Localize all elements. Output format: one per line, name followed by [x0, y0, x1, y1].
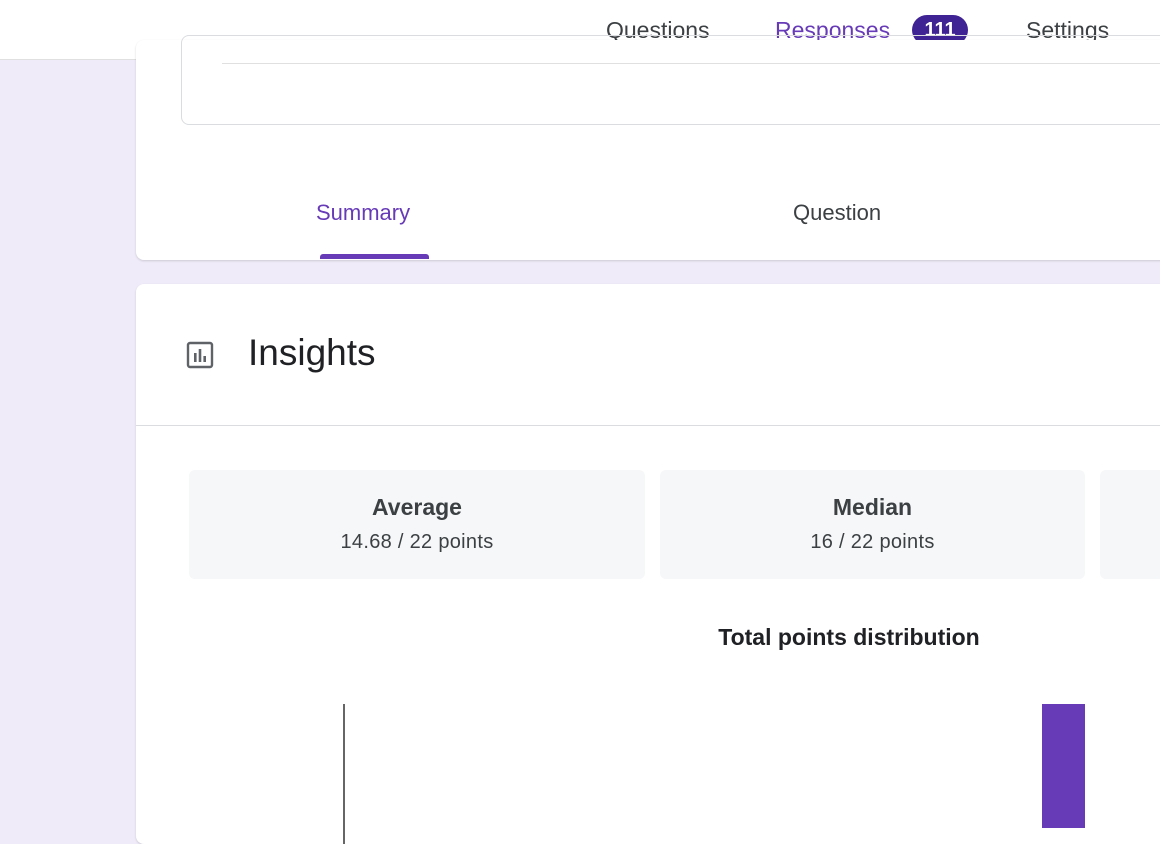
insights-title: Insights [248, 332, 376, 373]
stat-average-value: 14.68 / 22 points [340, 531, 494, 553]
divider [222, 63, 1160, 64]
subtab-question-label: Question [793, 200, 882, 225]
bar-chart-icon [186, 341, 214, 369]
insights-card: Insights Average 14.68 / 22 points Media… [136, 284, 1160, 844]
points-distribution-chart: 4030rdents [343, 704, 1085, 844]
responses-control-box [181, 35, 1160, 125]
subtab-question[interactable]: Question [793, 200, 881, 226]
stat-median-label: Median [832, 494, 913, 520]
chart-bar [1042, 704, 1085, 828]
stat-average: Average 14.68 / 22 points [189, 470, 645, 579]
active-subtab-indicator [320, 254, 429, 259]
subtab-summary-label: Summary [316, 200, 411, 225]
stat-average-label: Average [372, 494, 462, 520]
stat-range [1100, 470, 1160, 579]
stat-median: Median 16 / 22 points [660, 470, 1085, 579]
responses-header-card: Summary Question [136, 35, 1160, 260]
subtab-summary[interactable]: Summary [316, 200, 410, 226]
chart-title: Total points distribution [718, 624, 980, 650]
divider [136, 425, 1160, 426]
stat-median-value: 16 / 22 points [810, 531, 935, 553]
